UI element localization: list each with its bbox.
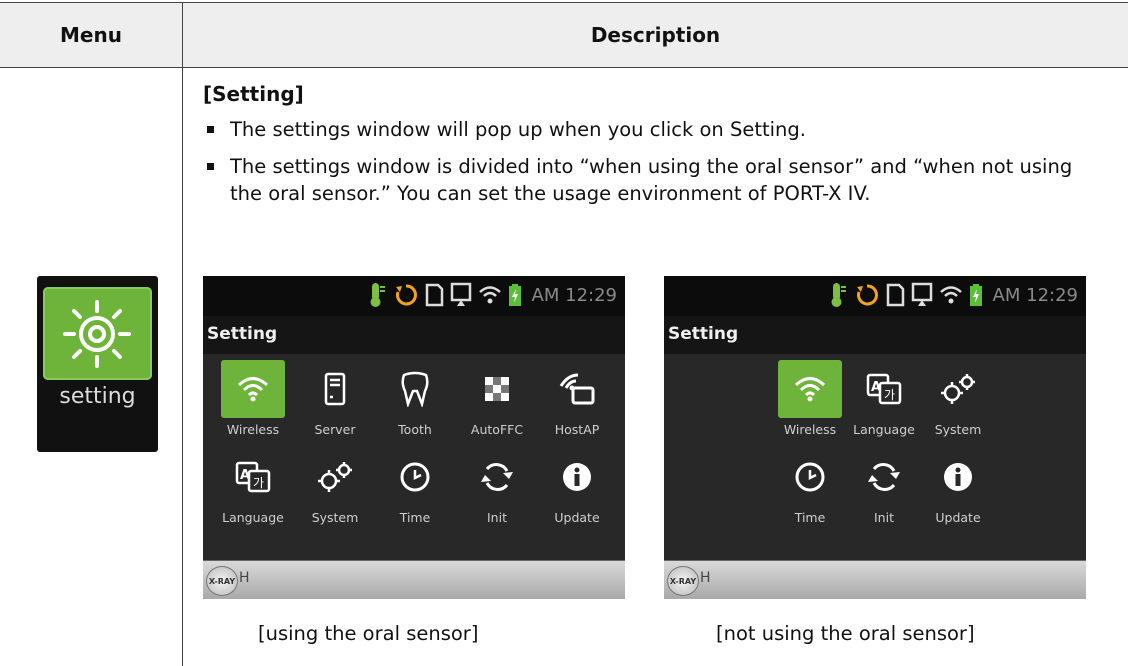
svg-text:가: 가 bbox=[884, 388, 895, 402]
app-label: Init bbox=[874, 510, 894, 525]
caption-with-sensor: [using the oral sensor] bbox=[258, 622, 479, 645]
app-autoffc[interactable]: AutoFFC bbox=[461, 360, 533, 437]
wifi-status-icon bbox=[939, 286, 962, 304]
app-label: Server bbox=[314, 422, 356, 437]
app-label: Time bbox=[399, 510, 431, 525]
app-hostap[interactable]: HostAP bbox=[541, 360, 613, 437]
app-time[interactable]: Time bbox=[379, 448, 451, 525]
server-icon bbox=[303, 360, 367, 418]
init-icon bbox=[852, 448, 916, 506]
xray-badge: X-RAY bbox=[206, 566, 238, 596]
clock-text: AM 12:29 bbox=[992, 284, 1078, 306]
status-bar: AM 12:29 bbox=[203, 276, 625, 316]
xray-status: H bbox=[700, 570, 711, 586]
xray-status-bar: X-RAY H bbox=[664, 560, 1086, 599]
app-init[interactable]: Init bbox=[461, 448, 533, 525]
table-header-border bbox=[0, 67, 1128, 68]
info-icon bbox=[545, 448, 609, 506]
battery-icon bbox=[969, 284, 982, 306]
xray-badge: X-RAY bbox=[667, 566, 699, 596]
svg-text:A: A bbox=[871, 380, 881, 395]
setting-title-bar: Setting bbox=[664, 316, 1086, 354]
xray-status-bar: X-RAY H bbox=[203, 560, 625, 599]
language-icon: A가 bbox=[852, 360, 916, 418]
bullet-list: The settings window will pop up when you… bbox=[207, 116, 1107, 217]
system-gears-icon bbox=[926, 360, 990, 418]
app-label: System bbox=[934, 422, 982, 437]
header-menu: Menu bbox=[60, 23, 122, 47]
app-system[interactable]: System bbox=[922, 360, 994, 437]
menu-icon-label: setting bbox=[59, 384, 136, 409]
app-label: Update bbox=[554, 510, 600, 525]
thermometer-icon bbox=[370, 283, 385, 307]
app-label: Update bbox=[935, 510, 981, 525]
bullet-text: The settings window will pop up when you… bbox=[230, 118, 806, 141]
tooth-icon bbox=[383, 360, 447, 418]
app-update[interactable]: Update bbox=[922, 448, 994, 525]
caption-without-sensor: [not using the oral sensor] bbox=[716, 622, 975, 645]
app-wireless[interactable]: Wireless bbox=[217, 360, 289, 437]
section-title: [Setting] bbox=[203, 82, 304, 106]
hostap-icon bbox=[545, 360, 609, 418]
xray-status: H bbox=[239, 570, 250, 586]
setting-window-title: Setting bbox=[668, 324, 739, 344]
app-system[interactable]: System bbox=[299, 448, 371, 525]
app-time[interactable]: Time bbox=[774, 448, 846, 525]
clock-text: AM 12:29 bbox=[531, 284, 617, 306]
wifi-icon bbox=[221, 360, 285, 418]
app-label: Language bbox=[853, 422, 915, 437]
gear-icon bbox=[43, 287, 152, 380]
status-bar: AM 12:29 bbox=[664, 276, 1086, 316]
cast-icon bbox=[911, 282, 932, 306]
app-label: Time bbox=[794, 510, 826, 525]
setting-menu-icon: setting bbox=[37, 276, 158, 452]
init-icon bbox=[465, 448, 529, 506]
header-description: Description bbox=[590, 23, 721, 47]
refresh-icon bbox=[856, 284, 878, 306]
app-init[interactable]: Init bbox=[848, 448, 920, 525]
setting-title-bar: Setting bbox=[203, 316, 625, 354]
thermometer-icon bbox=[831, 283, 846, 307]
app-language[interactable]: A가 Language bbox=[848, 360, 920, 437]
app-label: Language bbox=[222, 510, 284, 525]
app-wireless[interactable]: Wireless bbox=[774, 360, 846, 437]
cast-icon bbox=[450, 282, 471, 306]
app-tooth[interactable]: Tooth bbox=[379, 360, 451, 437]
app-server[interactable]: Server bbox=[299, 360, 371, 437]
wifi-icon bbox=[778, 360, 842, 418]
app-update[interactable]: Update bbox=[541, 448, 613, 525]
column-divider bbox=[182, 3, 183, 666]
battery-icon bbox=[508, 284, 521, 306]
app-label: System bbox=[311, 510, 359, 525]
wifi-status-icon bbox=[478, 286, 501, 304]
system-gears-icon bbox=[303, 448, 367, 506]
app-language[interactable]: A가 Language bbox=[217, 448, 289, 525]
clock-icon bbox=[778, 448, 842, 506]
refresh-icon bbox=[395, 284, 417, 306]
app-label: HostAP bbox=[554, 422, 600, 437]
settings-screen-with-sensor: AM 12:29 Setting Wireless Server Tooth A… bbox=[203, 276, 625, 599]
status-icons: AM 12:29 bbox=[366, 281, 617, 309]
bullet-marker bbox=[207, 163, 214, 170]
setting-window-title: Setting bbox=[207, 324, 278, 344]
sdcard-icon bbox=[886, 283, 904, 307]
bullet-item: The settings window is divided into “whe… bbox=[207, 153, 1107, 207]
bullet-marker bbox=[207, 126, 214, 133]
sdcard-icon bbox=[425, 283, 443, 307]
svg-text:가: 가 bbox=[253, 476, 264, 490]
info-icon bbox=[926, 448, 990, 506]
app-label: AutoFFC bbox=[470, 422, 524, 437]
autoffc-icon bbox=[465, 360, 529, 418]
settings-screen-without-sensor: AM 12:29 Setting Wireless A가 Language Sy… bbox=[664, 276, 1086, 599]
clock-icon bbox=[383, 448, 447, 506]
app-label: Init bbox=[487, 510, 507, 525]
app-label: Wireless bbox=[226, 422, 280, 437]
status-icons: AM 12:29 bbox=[827, 281, 1078, 309]
language-icon: A가 bbox=[221, 448, 285, 506]
svg-text:A: A bbox=[240, 468, 250, 483]
app-label: Tooth bbox=[398, 422, 432, 437]
bullet-text: The settings window is divided into “whe… bbox=[230, 155, 1073, 205]
bullet-item: The settings window will pop up when you… bbox=[207, 116, 1107, 143]
app-label: Wireless bbox=[783, 422, 837, 437]
